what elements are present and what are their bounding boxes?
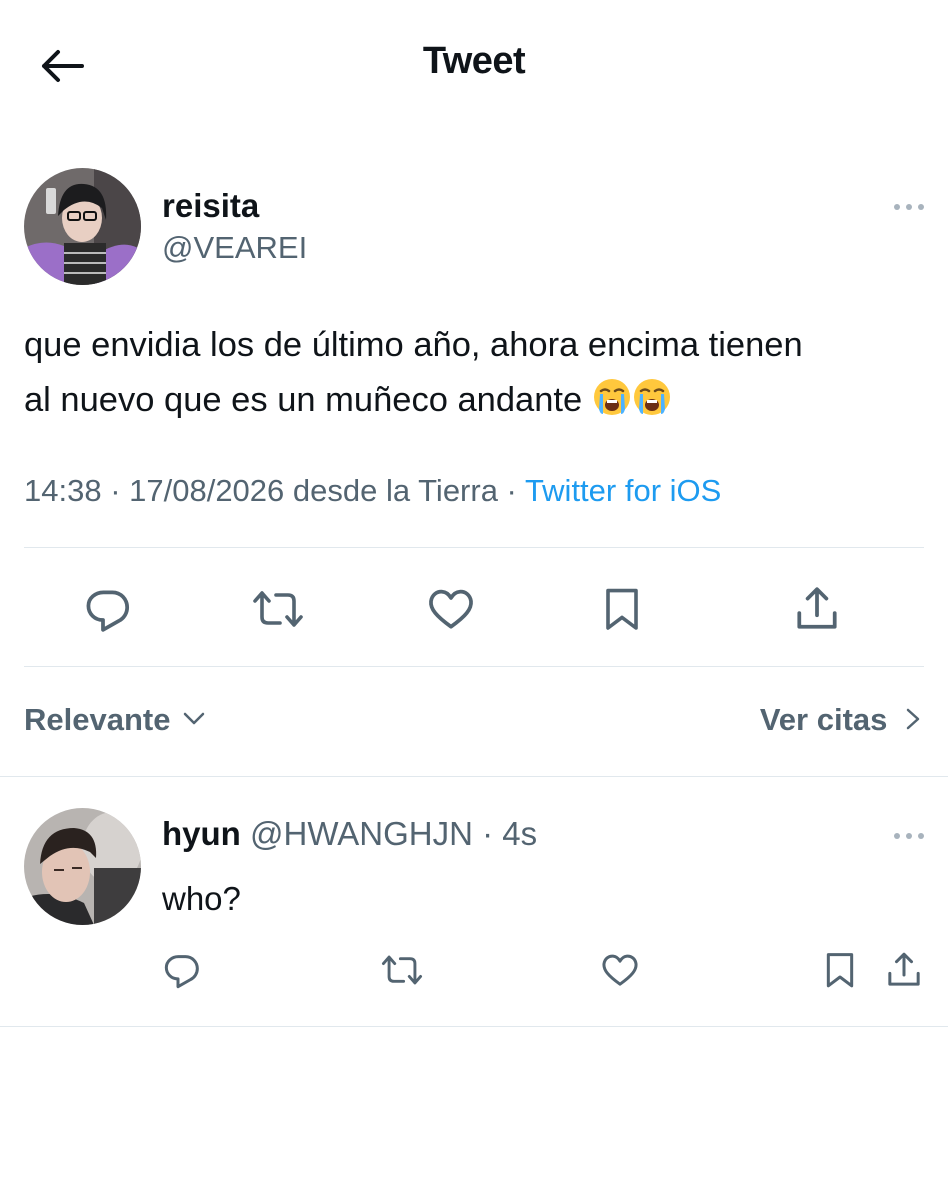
tweet-text-line-1: que envidia los de último año, ahora enc… — [24, 326, 803, 364]
divider — [0, 1026, 948, 1027]
page-title: Tweet — [422, 40, 526, 82]
reply-icon — [164, 955, 199, 989]
share-icon — [797, 587, 837, 629]
more-icon — [894, 833, 900, 839]
divider — [0, 776, 948, 777]
reply-button[interactable] — [83, 584, 133, 634]
reply-text: who? — [162, 880, 241, 917]
tweet-more-button[interactable] — [890, 199, 930, 215]
reply-share-button[interactable] — [884, 950, 924, 990]
share-icon — [888, 952, 920, 986]
chevron-right-icon — [906, 708, 920, 730]
author-handle[interactable]: @VEAREI — [162, 230, 307, 266]
bookmark-icon — [606, 588, 638, 630]
reply-retweet-button[interactable] — [381, 950, 423, 990]
loudly-crying-face-icon — [632, 377, 672, 434]
reply-bookmark-button[interactable] — [820, 950, 860, 990]
reply-timestamp: · 4s — [472, 815, 538, 852]
reply-author-name[interactable]: hyun — [162, 815, 241, 852]
view-quotes-label: Ver citas — [759, 702, 888, 737]
like-icon — [429, 589, 473, 629]
divider — [24, 547, 924, 548]
top-bar: Tweet — [0, 0, 948, 130]
tweet-source-link[interactable]: Twitter for iOS — [525, 473, 721, 508]
reply-icon — [86, 590, 130, 632]
author-avatar[interactable] — [24, 168, 141, 285]
sort-relevance-dropdown[interactable]: Relevante — [24, 702, 207, 738]
reply-more-button[interactable] — [890, 828, 930, 844]
share-button[interactable] — [792, 584, 842, 634]
tweet-meta: 14:38 · 17/08/2026 desde la Tierra · Twi… — [24, 473, 721, 509]
tweet-text: que envidia los de último año, ahora enc… — [24, 318, 924, 434]
bookmark-icon — [826, 953, 854, 988]
retweet-icon — [253, 591, 303, 627]
tweet-timestamp: 14:38 · 17/08/2026 desde la Tierra · — [24, 473, 525, 508]
like-icon — [602, 954, 638, 986]
reply-author-handle[interactable]: @HWANGHJN — [250, 815, 473, 852]
view-quotes-link[interactable]: Ver citas — [760, 702, 924, 738]
loudly-crying-face-icon — [592, 377, 632, 434]
reply-author: hyun @HWANGHJN · 4s — [162, 815, 537, 853]
chevron-down-icon — [183, 712, 205, 725]
reply-avatar[interactable] — [24, 808, 141, 925]
divider — [24, 666, 924, 667]
reply-like-button[interactable] — [600, 950, 640, 990]
like-button[interactable] — [426, 584, 476, 634]
sort-label: Relevante — [24, 702, 171, 737]
retweet-icon — [381, 955, 423, 985]
more-icon — [894, 204, 900, 210]
bookmark-button[interactable] — [598, 584, 646, 634]
tweet-text-line-2: al nuevo que es un muñeco andante — [24, 373, 924, 434]
reply-reply-button[interactable] — [162, 950, 202, 990]
retweet-button[interactable] — [252, 584, 304, 634]
author-name[interactable]: reisita — [162, 187, 259, 225]
